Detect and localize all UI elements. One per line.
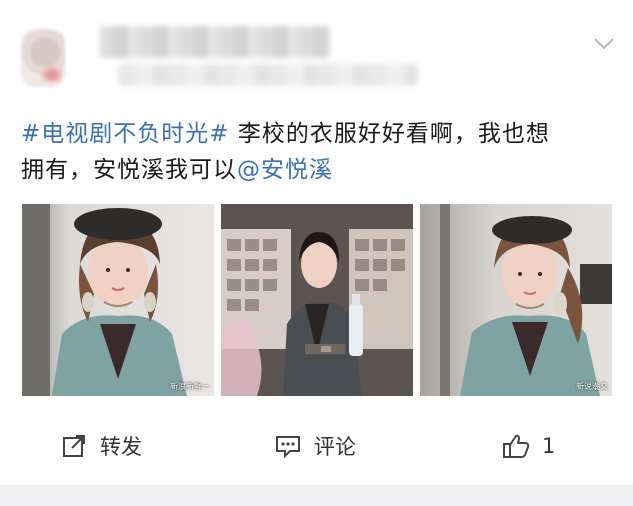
thumbs-up-icon	[503, 434, 530, 458]
comment-button[interactable]: 评论	[274, 418, 356, 473]
post-text: #电视剧不负时光# 李校的衣服好好看啊，我也想 拥有，安悦溪我可以@安悦溪	[21, 116, 621, 188]
username-blurred[interactable]	[100, 26, 330, 58]
like-button[interactable]: 1	[502, 418, 555, 473]
image-watermark: 新浪新鲜一	[170, 382, 210, 391]
avatar[interactable]	[21, 29, 65, 87]
share-icon	[63, 434, 85, 457]
action-bar: 转发 评论 1	[0, 418, 633, 473]
image-watermark: 新说潮文	[576, 382, 608, 391]
post-meta-blurred	[118, 64, 418, 86]
comment-label: 评论	[314, 434, 356, 459]
chevron-down-icon[interactable]	[593, 36, 615, 52]
mention-link[interactable]: @安悦溪	[237, 157, 333, 183]
repost-label: 转发	[100, 434, 142, 459]
image-grid: 新浪新鲜一 新说潮文	[22, 204, 620, 396]
repost-button[interactable]: 转发	[62, 418, 142, 473]
post-card: #电视剧不负时光# 李校的衣服好好看啊，我也想 拥有，安悦溪我可以@安悦溪 新浪…	[0, 0, 633, 485]
post-image-1[interactable]: 新浪新鲜一	[22, 204, 214, 396]
comment-icon	[276, 435, 300, 458]
post-body-line1: 李校的衣服好好看啊，我也想	[229, 121, 550, 147]
post-body-line2: 拥有，安悦溪我可以	[21, 157, 237, 183]
post-image-2[interactable]	[221, 204, 413, 396]
post-image-3[interactable]: 新说潮文	[420, 204, 612, 396]
like-count: 1	[542, 433, 556, 458]
hashtag-link[interactable]: #电视剧不负时光#	[21, 121, 230, 147]
